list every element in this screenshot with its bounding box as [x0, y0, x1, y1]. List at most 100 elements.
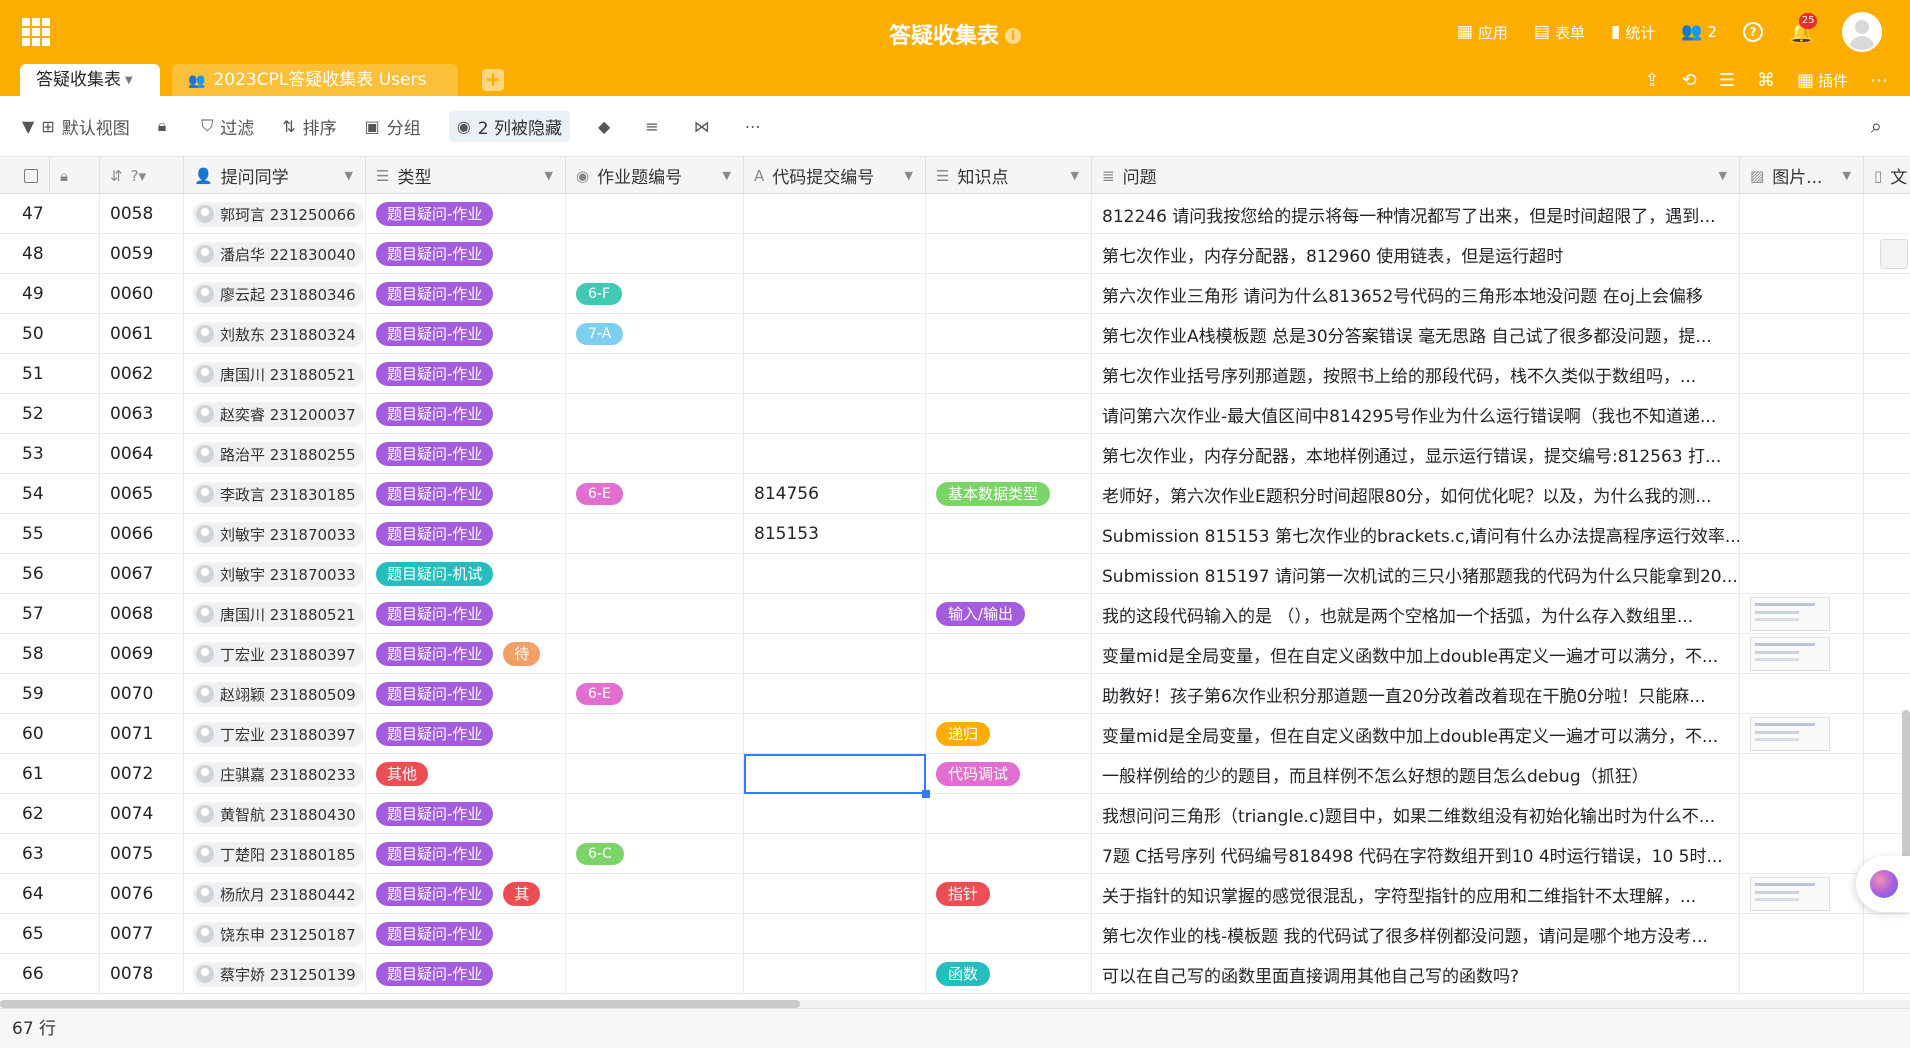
image-thumbnail[interactable]	[1750, 637, 1830, 671]
form-button[interactable]: ▤ 表单	[1534, 22, 1585, 43]
image-cell[interactable]	[1740, 674, 1864, 714]
question-cell[interactable]: Submission 815197 请问第一次机试的三只小猪那题我的代码为什么只…	[1092, 554, 1740, 594]
type-cell[interactable]: 题目疑问-作业	[366, 914, 566, 954]
homework-cell[interactable]: 7-A	[566, 314, 744, 354]
code-submission-cell[interactable]: 814756	[744, 474, 926, 514]
tab-main-sheet[interactable]: 答疑收集表 ▼	[20, 64, 160, 96]
table-row[interactable]: 49 0060 廖云起 231880346 题目疑问-作业 6-F 第六次作业三角形 请问…	[0, 274, 1910, 314]
question-cell[interactable]: 812246 请问我按您给的提示将每一种情况都写了出来，但是时间超限了，遇到..…	[1092, 194, 1740, 234]
knowledge-cell[interactable]: 递归	[926, 714, 1092, 754]
type-cell[interactable]: 题目疑问-作业	[366, 794, 566, 834]
lock-icon[interactable]: 🔒︎	[158, 116, 174, 136]
code-submission-cell[interactable]	[744, 274, 926, 314]
image-cell[interactable]	[1740, 234, 1864, 274]
question-cell[interactable]: 关于指针的知识掌握的感觉很混乱，字符型指针的应用和二维指针不太理解，...	[1092, 874, 1740, 914]
table-row[interactable]: 59 0070 赵翊颖 231880509 题目疑问-作业 6-E 助教好！孩子第6次作业…	[0, 674, 1910, 714]
filter-button[interactable]: ⛉ 过滤	[201, 114, 254, 139]
user-cell[interactable]: 蔡宇娇 231250139	[184, 954, 366, 994]
user-chip[interactable]: 庄骐嘉 231880233	[193, 761, 364, 787]
type-cell[interactable]: 其他	[366, 754, 566, 794]
code-submission-cell[interactable]	[744, 914, 926, 954]
question-number[interactable]: 0068	[100, 594, 184, 634]
plugins-button[interactable]: ▦ 插件	[1797, 70, 1848, 91]
stats-button[interactable]: ▮ 统计	[1611, 22, 1655, 43]
user-cell[interactable]: 丁楚阳 231880185	[184, 834, 366, 874]
table-row[interactable]: 52 0063 赵奕睿 231200037 题目疑问-作业 请问第六次作业-最大值区间中…	[0, 394, 1910, 434]
type-cell[interactable]: 题目疑问-作业	[366, 274, 566, 314]
type-cell[interactable]: 题目疑问-作业其	[366, 874, 566, 914]
user-chip[interactable]: 黄智航 231880430	[193, 801, 364, 827]
code-submission-cell[interactable]	[744, 234, 926, 274]
view-selector[interactable]: ▼ ⊞ 默认视图	[22, 114, 130, 139]
user-chip[interactable]: 刘敏宇 231870033	[193, 561, 364, 587]
image-cell[interactable]	[1740, 834, 1864, 874]
type-cell[interactable]: 题目疑问-作业	[366, 354, 566, 394]
code-submission-cell[interactable]	[744, 634, 926, 674]
chevron-down-icon[interactable]: ▼	[125, 75, 133, 86]
question-cell[interactable]: 7题 C括号序列 代码编号818498 代码在字符数组开到10 4时运行错误，1…	[1092, 834, 1740, 874]
knowledge-cell[interactable]	[926, 914, 1092, 954]
knowledge-cell[interactable]	[926, 794, 1092, 834]
horizontal-scrollbar[interactable]	[0, 1000, 1910, 1008]
user-avatar[interactable]	[1842, 12, 1882, 52]
knowledge-cell[interactable]: 指针	[926, 874, 1092, 914]
type-cell[interactable]: 题目疑问-作业	[366, 434, 566, 474]
question-number[interactable]: 0076	[100, 874, 184, 914]
knowledge-cell[interactable]	[926, 274, 1092, 314]
image-cell[interactable]	[1740, 754, 1864, 794]
user-chip[interactable]: 李政言 231830185	[193, 481, 364, 507]
image-cell[interactable]	[1740, 474, 1864, 514]
table-row[interactable]: 60 0071 丁宏业 231880397 题目疑问-作业 递归 变量mid是全局变量，但…	[0, 714, 1910, 754]
settings-sliders-icon[interactable]: ☰	[1719, 70, 1735, 91]
user-cell[interactable]: 赵翊颖 231880509	[184, 674, 366, 714]
homework-cell[interactable]	[566, 194, 744, 234]
question-number[interactable]: 0062	[100, 354, 184, 394]
knowledge-cell[interactable]	[926, 394, 1092, 434]
type-cell[interactable]: 题目疑问-作业	[366, 314, 566, 354]
code-icon[interactable]: ⌘	[1757, 70, 1775, 91]
more-icon[interactable]: ⋯	[1870, 70, 1888, 91]
homework-cell[interactable]	[566, 914, 744, 954]
user-cell[interactable]: 刘敏宇 231870033	[184, 554, 366, 594]
user-cell[interactable]: 路治平 231880255	[184, 434, 366, 474]
question-number[interactable]: 0077	[100, 914, 184, 954]
type-cell[interactable]: 题目疑问-作业	[366, 394, 566, 434]
code-submission-cell[interactable]	[744, 314, 926, 354]
knowledge-cell[interactable]	[926, 354, 1092, 394]
user-cell[interactable]: 唐国川 231880521	[184, 354, 366, 394]
type-cell[interactable]: 题目疑问-作业	[366, 714, 566, 754]
image-cell[interactable]	[1740, 434, 1864, 474]
user-chip[interactable]: 刘敏宇 231870033	[193, 521, 364, 547]
image-cell[interactable]	[1740, 914, 1864, 954]
table-row[interactable]: 61 0072 庄骐嘉 231880233 其他 代码调试 一般样例给的少的题目，而且样例…	[0, 754, 1910, 794]
code-submission-cell[interactable]	[744, 954, 926, 994]
question-cell[interactable]: 助教好！孩子第6次作业积分那道题一直20分改着改着现在干脆0分啦！只能麻...	[1092, 674, 1740, 714]
knowledge-cell[interactable]: 代码调试	[926, 754, 1092, 794]
code-submission-cell[interactable]	[744, 874, 926, 914]
type-cell[interactable]: 题目疑问-作业	[366, 194, 566, 234]
knowledge-cell[interactable]: 基本数据类型	[926, 474, 1092, 514]
knowledge-cell[interactable]	[926, 674, 1092, 714]
notification-bell-icon[interactable]: 🔔 25	[1789, 13, 1818, 44]
column-header-question[interactable]: ≣ 问题 ▼	[1092, 157, 1740, 194]
chevron-down-icon[interactable]: ▼	[1843, 169, 1851, 182]
knowledge-cell[interactable]	[926, 194, 1092, 234]
homework-cell[interactable]	[566, 954, 744, 994]
table-row[interactable]: 50 0061 刘敖东 231880324 题目疑问-作业 7-A 第七次作业A栈模板题 …	[0, 314, 1910, 354]
homework-cell[interactable]	[566, 594, 744, 634]
question-number[interactable]: 0067	[100, 554, 184, 594]
code-submission-cell[interactable]	[744, 434, 926, 474]
user-cell[interactable]: 丁宏业 231880397	[184, 634, 366, 674]
paint-bucket-icon[interactable]: ◆	[598, 117, 617, 136]
image-cell[interactable]	[1740, 714, 1864, 754]
question-cell[interactable]: 请问第六次作业-最大值区间中814295号作业为什么运行错误啊（我也不知道递..…	[1092, 394, 1740, 434]
type-cell[interactable]: 题目疑问-机试	[366, 554, 566, 594]
question-cell[interactable]: 变量mid是全局变量，但在自定义函数中加上double再定义一遍才可以满分，不.…	[1092, 714, 1740, 754]
user-chip[interactable]: 杨欣月 231880442	[193, 881, 364, 907]
code-submission-cell[interactable]	[744, 794, 926, 834]
table-row[interactable]: 47 0058 郭珂言 231250066 题目疑问-作业 812246 请问我按您给的…	[0, 194, 1910, 234]
user-chip[interactable]: 丁楚阳 231880185	[193, 841, 364, 867]
table-row[interactable]: 62 0074 黄智航 231880430 题目疑问-作业 我想问问三角形（triang…	[0, 794, 1910, 834]
knowledge-cell[interactable]	[926, 434, 1092, 474]
user-chip[interactable]: 郭珂言 231250066	[193, 201, 364, 227]
